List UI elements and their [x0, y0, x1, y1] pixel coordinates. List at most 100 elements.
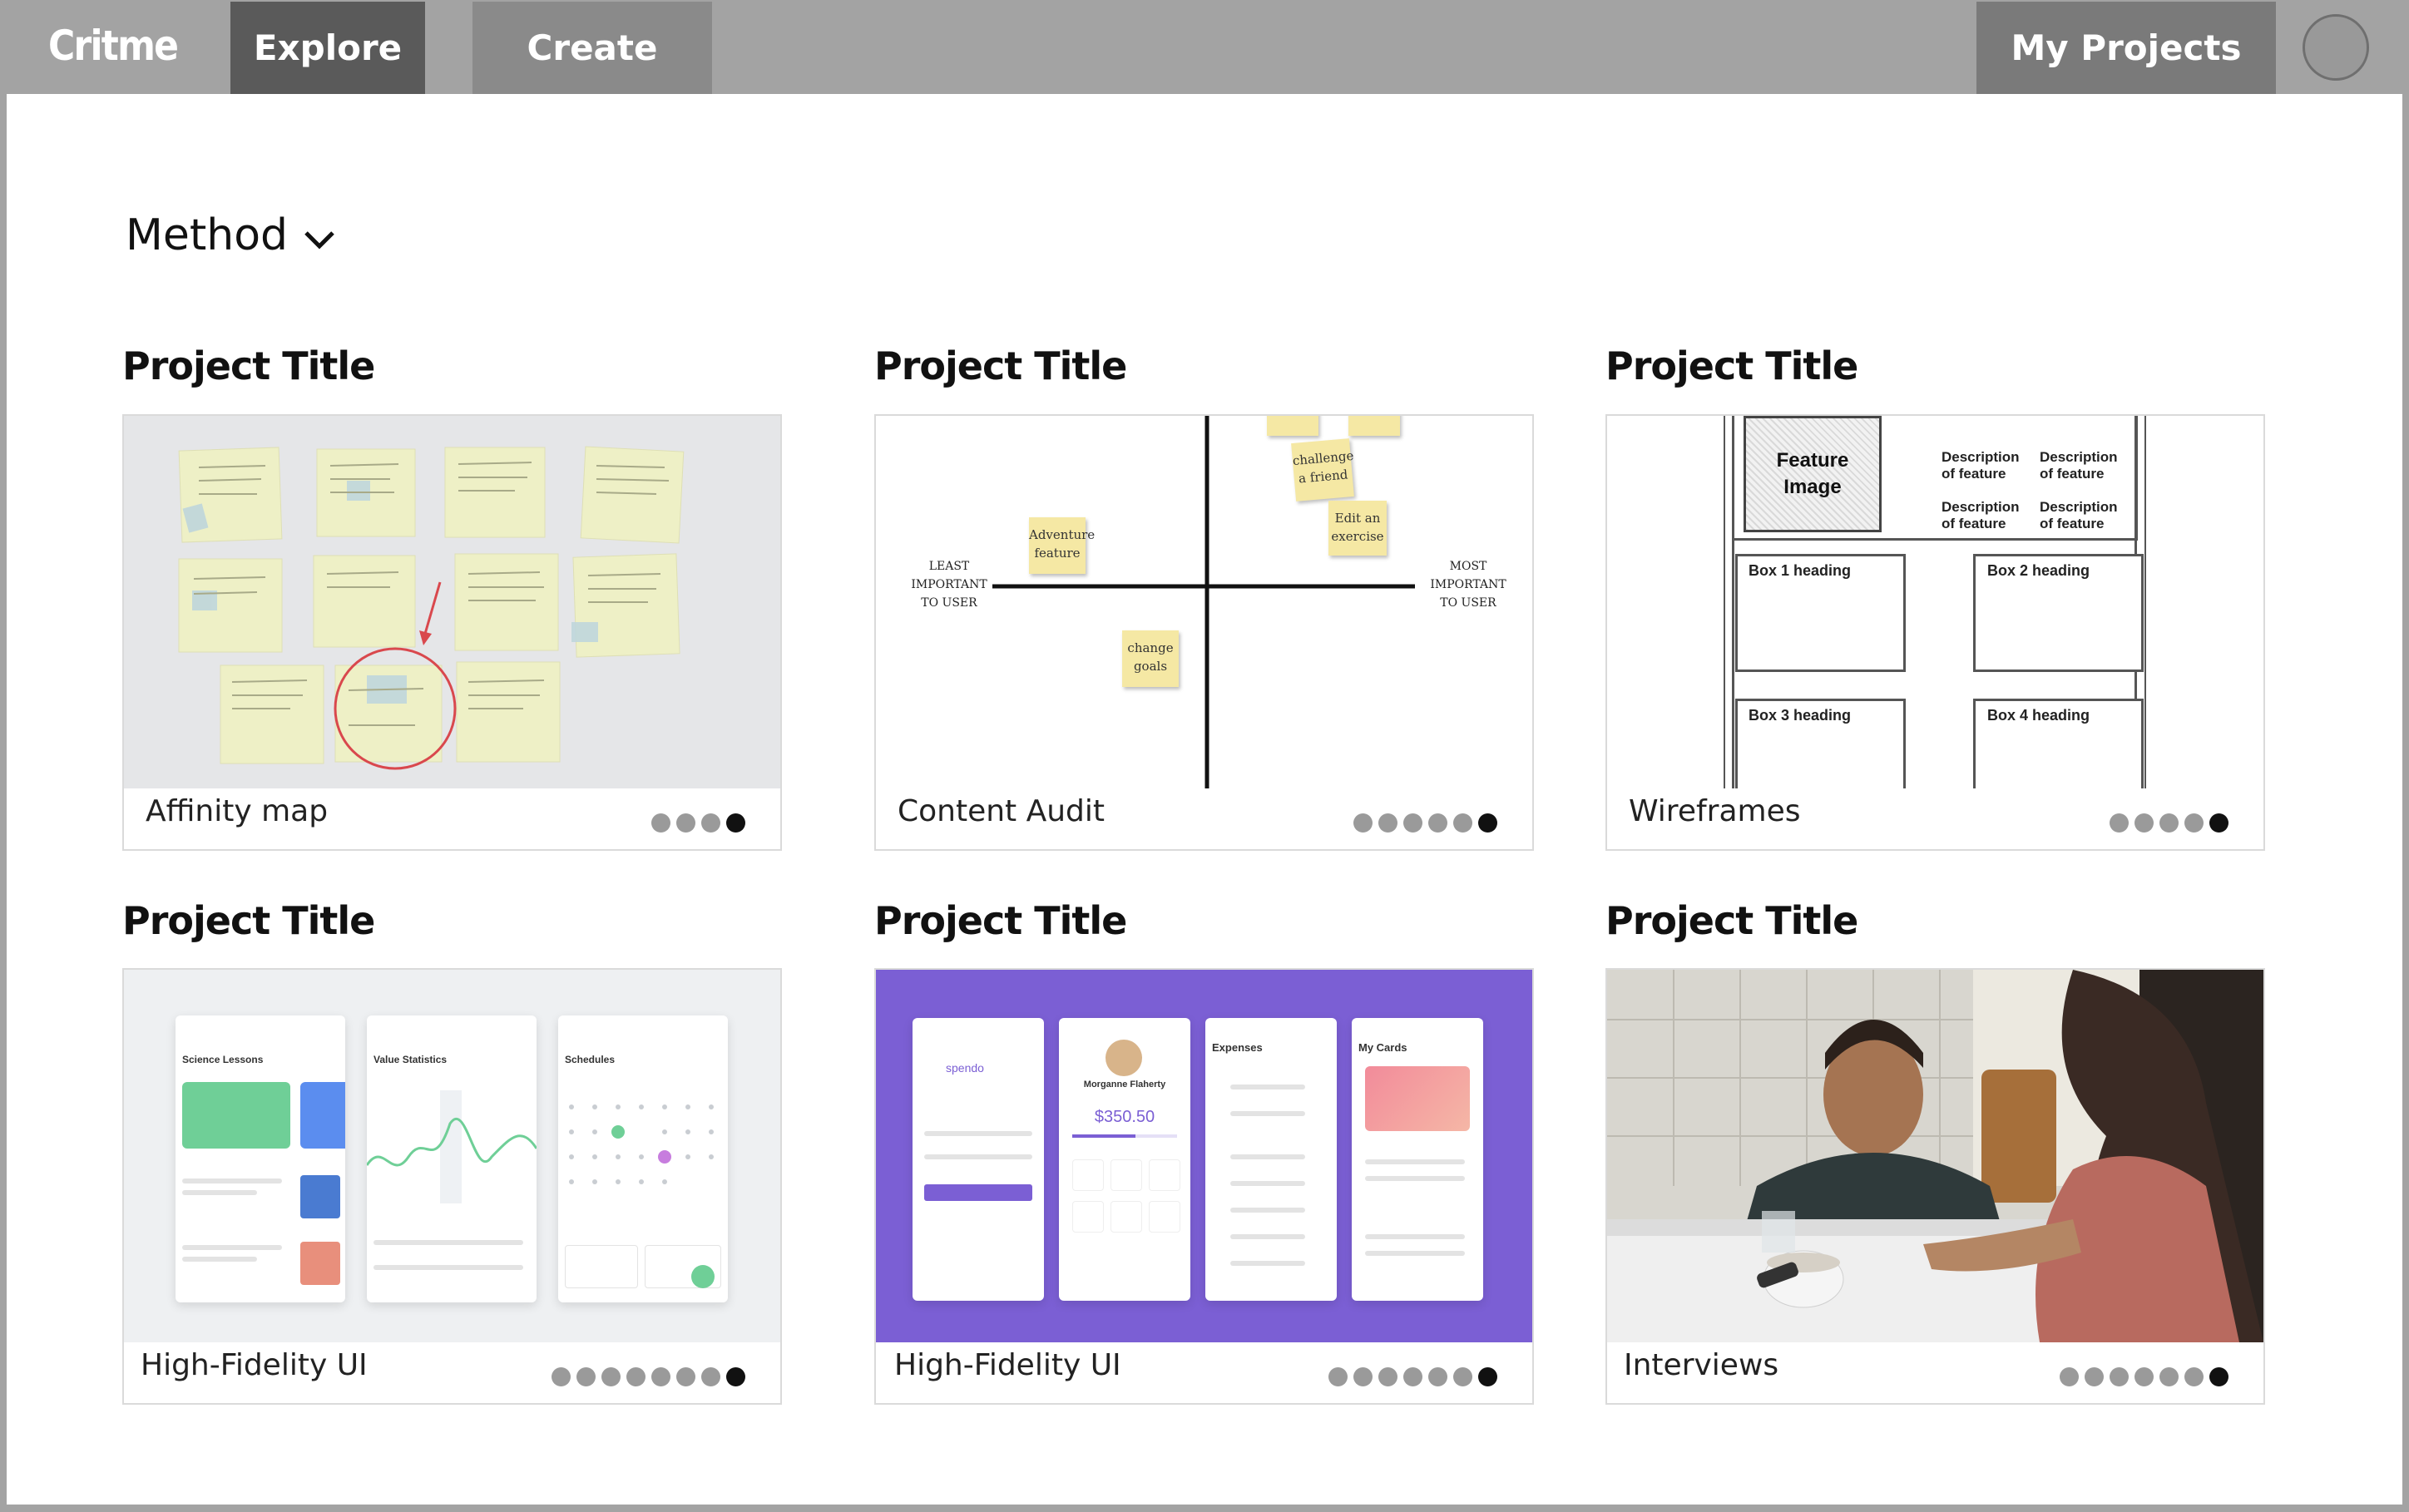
article-image: [300, 1242, 340, 1285]
carousel-dot[interactable]: [676, 1367, 695, 1386]
carousel-dot[interactable]: [2209, 813, 2228, 833]
project-card[interactable]: Affinity map: [122, 414, 782, 851]
carousel-dot[interactable]: [2134, 813, 2154, 833]
feature-description: Description of feature: [2040, 449, 2118, 482]
project-method-label: Interviews: [1624, 1348, 1779, 1382]
project-card[interactable]: Science Lessons Value Statistics Schedul…: [122, 968, 782, 1405]
carousel-dot[interactable]: [726, 1367, 745, 1386]
project-card[interactable]: Feature Image Description of feature Des…: [1605, 414, 2265, 851]
method-filter-dropdown[interactable]: Method: [126, 210, 336, 260]
box-heading: Box 3 heading: [1749, 707, 1852, 724]
sticky-note: [1348, 416, 1400, 436]
carousel-dot[interactable]: [1378, 1367, 1397, 1386]
carousel-dot[interactable]: [626, 1367, 646, 1386]
project-title[interactable]: Project Title: [874, 343, 1127, 388]
project-thumbnail-wireframes: Feature Image Description of feature Des…: [1607, 416, 2263, 788]
balance-amount: $350.50: [1094, 1108, 1155, 1126]
affinity-map-image: [124, 416, 780, 788]
project-thumbnail-affinity-map: [124, 416, 780, 788]
lesson-card: [300, 1082, 345, 1149]
carousel-dot[interactable]: [2159, 1367, 2179, 1386]
article-image: [300, 1175, 340, 1218]
carousel-dot[interactable]: [1428, 813, 1447, 833]
carousel-dot[interactable]: [701, 813, 720, 833]
carousel-dot[interactable]: [651, 813, 670, 833]
carousel-dot[interactable]: [676, 813, 695, 833]
project-method-label: High-Fidelity UI: [894, 1348, 1121, 1382]
feature-description: Description of feature: [2040, 499, 2118, 531]
least-important-label: LEAST IMPORTANT TO USER: [911, 560, 987, 610]
carousel-dot[interactable]: [552, 1367, 571, 1386]
project-title[interactable]: Project Title: [122, 898, 375, 943]
carousel-dot[interactable]: [1478, 1367, 1497, 1386]
project-method-label: High-Fidelity UI: [141, 1348, 368, 1382]
carousel-dot[interactable]: [1478, 813, 1497, 833]
top-navigation-bar: Critme Explore Create My Projects: [0, 0, 2409, 116]
lesson-card: [182, 1082, 290, 1149]
feature-description: Description of feature: [1942, 449, 2020, 482]
most-important-label: MOST IMPORTANT TO USER: [1430, 560, 1506, 610]
carousel-dot[interactable]: [2184, 1367, 2204, 1386]
screen-title: Schedules: [565, 1054, 616, 1065]
carousel-dot[interactable]: [2085, 1367, 2104, 1386]
carousel-dot[interactable]: [576, 1367, 596, 1386]
project-card[interactable]: Interviews: [1605, 968, 2265, 1405]
carousel-dots: [1328, 1367, 1497, 1386]
mockup-screen: Science Lessons: [176, 1015, 345, 1302]
carousel-dot[interactable]: [2134, 1367, 2154, 1386]
carousel-dot[interactable]: [2209, 1367, 2228, 1386]
project-title[interactable]: Project Title: [874, 898, 1127, 943]
carousel-dots: [2060, 1367, 2228, 1386]
tab-explore[interactable]: Explore: [230, 2, 425, 116]
carousel-dot[interactable]: [2110, 813, 2129, 833]
carousel-dots: [552, 1367, 745, 1386]
carousel-dot[interactable]: [2060, 1367, 2079, 1386]
carousel-dot[interactable]: [1403, 1367, 1422, 1386]
sticky-note-challenge: challenge a friend: [1291, 438, 1354, 502]
carousel-dot[interactable]: [2159, 813, 2179, 833]
project-title[interactable]: Project Title: [1605, 898, 1858, 943]
project-title[interactable]: Project Title: [122, 343, 375, 388]
carousel-dot[interactable]: [2110, 1367, 2129, 1386]
feature-description: Description of feature: [1942, 499, 2020, 531]
carousel-dot[interactable]: [1353, 813, 1373, 833]
carousel-dot[interactable]: [1353, 1367, 1373, 1386]
mockup-screen: My Cards: [1352, 1018, 1483, 1301]
add-task-icon: [691, 1265, 715, 1288]
mockup-screen: Expenses: [1205, 1018, 1337, 1301]
carousel-dot[interactable]: [1328, 1367, 1348, 1386]
sticky-note: [1267, 416, 1318, 436]
carousel-dot[interactable]: [601, 1367, 621, 1386]
carousel-dot[interactable]: [1453, 813, 1472, 833]
tab-create[interactable]: Create: [472, 2, 712, 94]
carousel-dot[interactable]: [651, 1367, 670, 1386]
project-card[interactable]: LEAST IMPORTANT TO USER MOST IMPORTANT T…: [874, 414, 1534, 851]
box-heading: Box 1 heading: [1749, 562, 1852, 579]
carousel-dot[interactable]: [1453, 1367, 1472, 1386]
frame-line: [1724, 416, 1725, 788]
screen-title: Expenses: [1212, 1041, 1263, 1054]
box-heading: Box 4 heading: [1987, 707, 2090, 724]
box-heading: Box 2 heading: [1987, 562, 2090, 579]
mockup-screen: Schedules: [558, 1015, 728, 1302]
carousel-dot[interactable]: [701, 1367, 720, 1386]
project-card[interactable]: spendo Morganne Flaherty $350.50 Expense…: [874, 968, 1534, 1405]
carousel-dot[interactable]: [2184, 813, 2204, 833]
chevron-down-icon: [304, 231, 334, 250]
carousel-dot[interactable]: [1428, 1367, 1447, 1386]
project-method-label: Wireframes: [1629, 794, 1801, 828]
sticky-note-change-goals: change goals: [1122, 630, 1179, 687]
virtual-card: [1365, 1066, 1470, 1131]
carousel-dot[interactable]: [726, 813, 745, 833]
carousel-dot[interactable]: [1403, 813, 1422, 833]
project-thumbnail-hifi-lessons: Science Lessons Value Statistics Schedul…: [124, 970, 780, 1342]
carousel-dots: [1353, 813, 1497, 833]
brand-logo[interactable]: Critme: [48, 22, 179, 70]
carousel-dot[interactable]: [1378, 813, 1397, 833]
user-avatar[interactable]: [2303, 14, 2369, 81]
my-projects-button[interactable]: My Projects: [1976, 2, 2276, 94]
screen-title: spendo: [946, 1061, 984, 1075]
carousel-dots: [2110, 813, 2228, 833]
project-title[interactable]: Project Title: [1605, 343, 1858, 388]
progress-bar: [1072, 1134, 1177, 1138]
